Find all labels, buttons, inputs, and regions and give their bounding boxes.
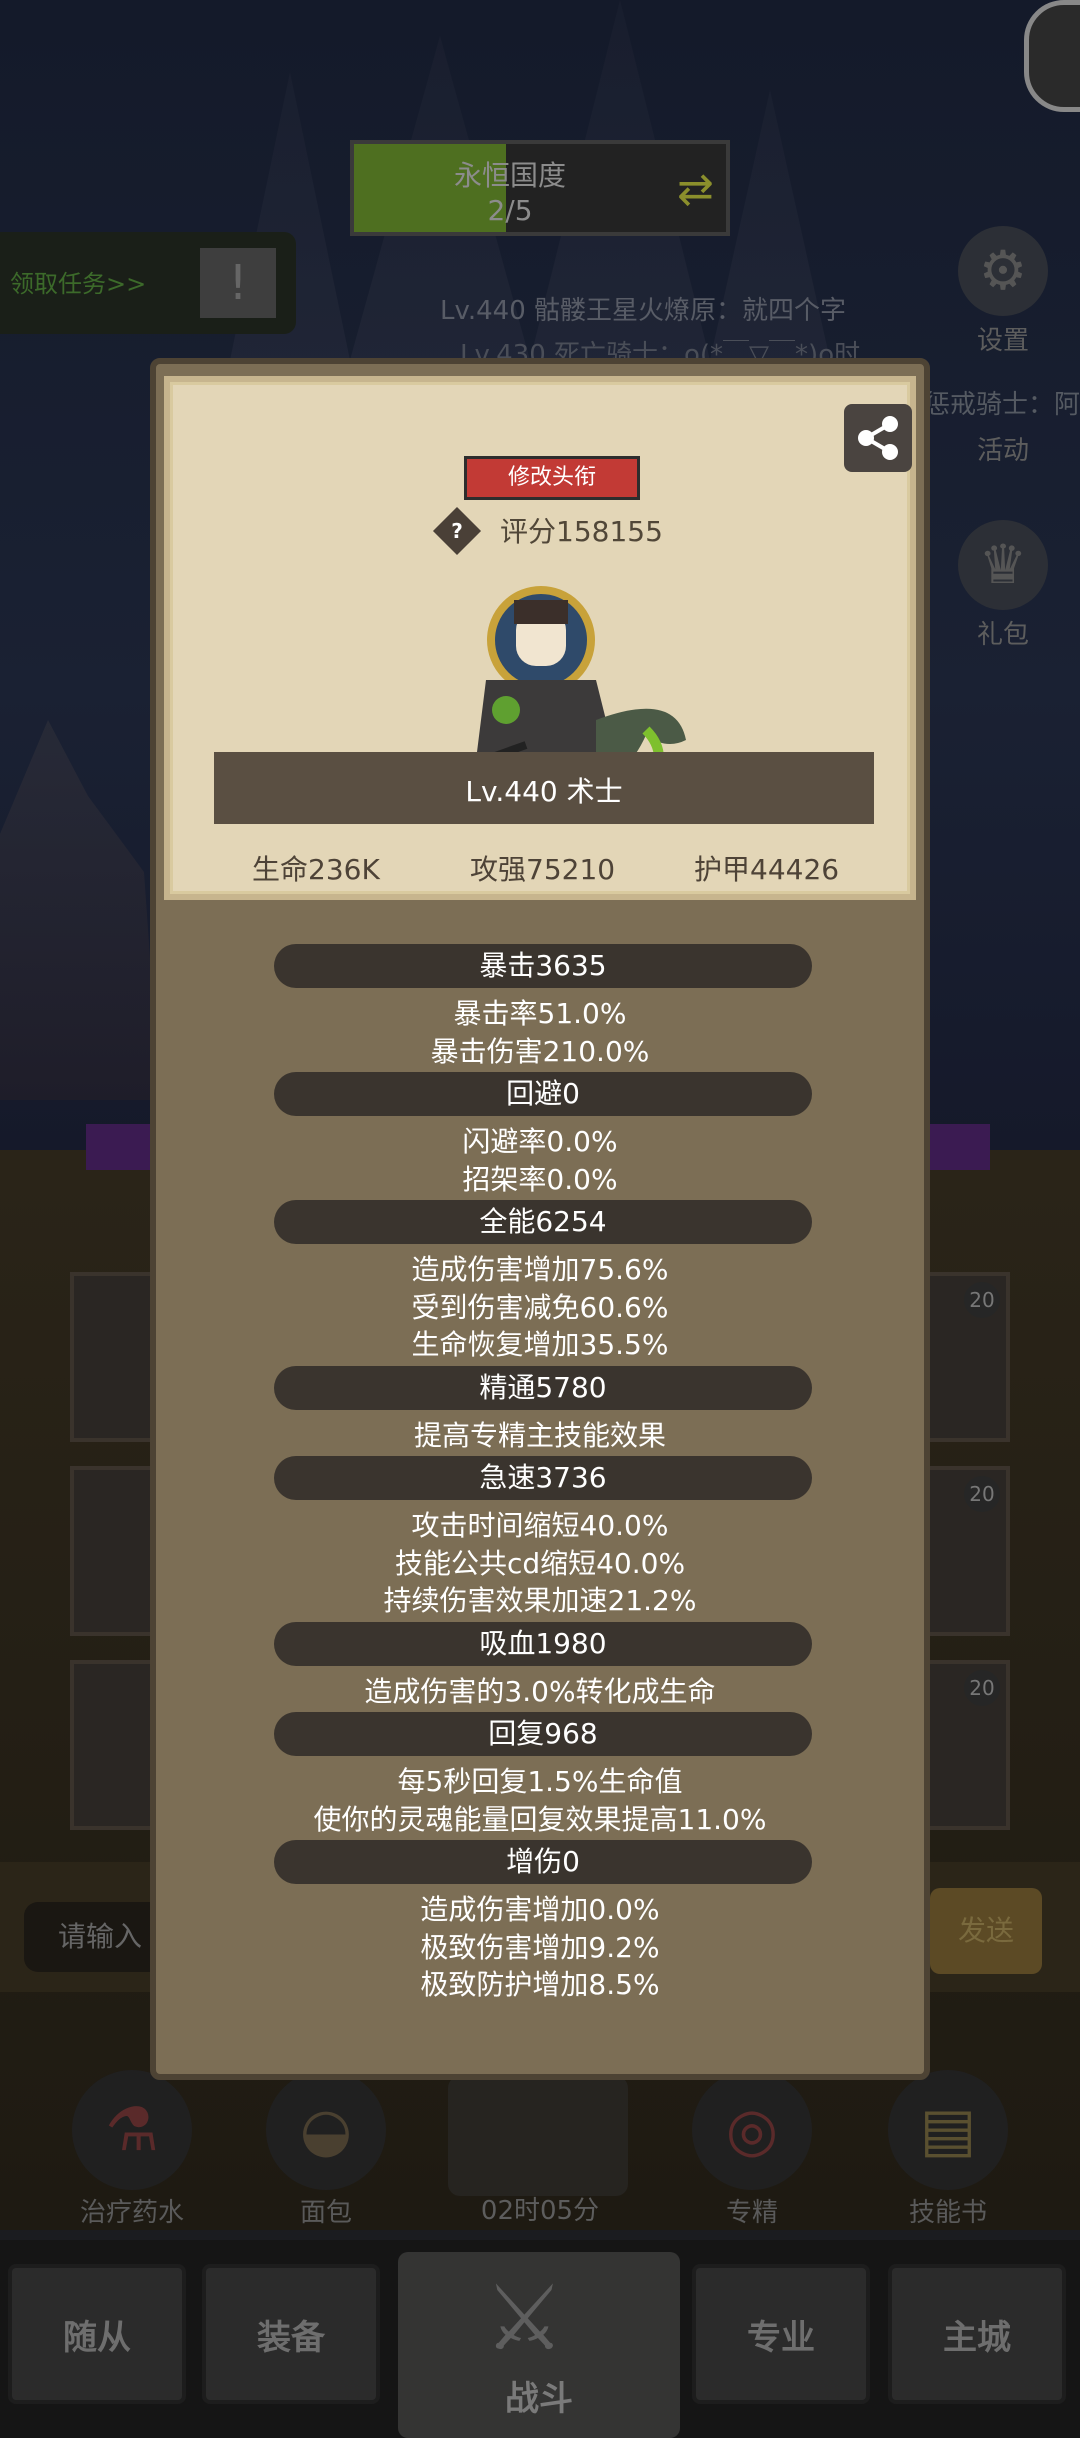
slot-level-badge: 20: [964, 1282, 1000, 1318]
section-detail-line: 持续伤害效果加速21.2%: [383, 1584, 697, 1617]
character-card: 修改头衔 ? 评分158155 Lv.440 术士 生命236K 攻强75210…: [164, 376, 916, 900]
gift-icon: ♛: [958, 520, 1048, 610]
section-header: 全能6254: [274, 1200, 812, 1244]
section-detail-line: 闪避率0.0%: [462, 1125, 618, 1158]
healing-potion-button[interactable]: ⚗ 治疗药水: [52, 2070, 212, 2229]
section-detail-line: 每5秒回复1.5%生命值: [397, 1765, 683, 1798]
slot-level-badge: 20: [964, 1670, 1000, 1706]
exclamation-icon: !: [200, 248, 276, 318]
section-header: 回避0: [274, 1072, 812, 1116]
events-label: 活动: [976, 436, 1029, 466]
mastery-label: 专精: [725, 2198, 778, 2228]
claim-quest-label: 领取任务>>: [10, 270, 147, 298]
events-button[interactable]: 活动: [948, 430, 1058, 467]
tab-main-city[interactable]: 主城: [888, 2264, 1066, 2404]
hp-bar-left: [86, 1124, 156, 1170]
treasure-chest-icon[interactable]: [448, 2076, 628, 2196]
profile-logo-icon[interactable]: [1024, 0, 1080, 112]
equipment-slot[interactable]: 20: [920, 1466, 1010, 1636]
score-label: 评分158155: [500, 515, 663, 548]
name-bar: Lv.440 术士: [214, 752, 874, 824]
equipment-slot[interactable]: [70, 1660, 160, 1830]
section-detail-line: 使你的灵魂能量回复效果提高11.0%: [313, 1802, 767, 1836]
tab-profession[interactable]: 专业: [692, 2264, 870, 2404]
gift-pack-button[interactable]: ♛ 礼包: [948, 520, 1058, 651]
section-detail-line: 受到伤害减免60.6%: [411, 1290, 669, 1324]
share-button[interactable]: [844, 404, 912, 472]
help-question-mark: ?: [451, 519, 463, 543]
section-detail-line: 暴击率51.0%: [453, 997, 627, 1030]
tab-battle[interactable]: ⚔ 战斗: [398, 2252, 680, 2438]
section-detail-line: 极致伤害增加9.2%: [420, 1930, 660, 1964]
side-broadcast: 惩戒骑士：阿: [924, 390, 1080, 420]
settings-label: 设置: [976, 326, 1029, 356]
section-detail-line: 技能公共cd缩短40.0%: [394, 1546, 686, 1580]
equipment-slot[interactable]: [70, 1466, 160, 1636]
section-detail-line: 攻击时间缩短40.0%: [411, 1509, 669, 1542]
section-header: 增伤0: [274, 1840, 812, 1884]
character-stats-modal: 修改头衔 ? 评分158155 Lv.440 术士 生命236K 攻强75210…: [150, 358, 930, 2080]
tab-equipment[interactable]: 装备: [202, 2264, 380, 2404]
healing-potion-label: 治疗药水: [79, 2198, 184, 2228]
equipment-slot[interactable]: [70, 1272, 160, 1442]
gear-icon: ⚙: [958, 226, 1048, 316]
target-icon: ◎: [692, 2070, 812, 2190]
bread-icon: ◒: [266, 2070, 386, 2190]
equipment-slot[interactable]: 20: [920, 1660, 1010, 1830]
section-detail-line: 生命恢复增加35.5%: [411, 1328, 669, 1361]
skill-book-label: 技能书: [908, 2198, 987, 2228]
section-header: 精通5780: [274, 1365, 812, 1410]
tab-followers[interactable]: 随从: [8, 2264, 186, 2404]
book-icon: ▤: [888, 2070, 1008, 2190]
crossed-swords-icon: ⚔: [484, 2266, 565, 2371]
hp-bar-right: [928, 1124, 990, 1170]
stat-hp: 生命236K: [252, 853, 380, 886]
stat-attack-power: 攻强75210: [470, 853, 616, 886]
section-header: 吸血1980: [274, 1621, 812, 1666]
refresh-icon[interactable]: ⇄: [677, 164, 714, 215]
mastery-button[interactable]: ◎ 专精: [672, 2070, 832, 2229]
potion-icon: ⚗: [72, 2070, 192, 2190]
equipment-slot[interactable]: 20: [920, 1272, 1010, 1442]
edit-title-button[interactable]: 修改头衔: [464, 456, 640, 500]
section-detail-line: 暴击伤害210.0%: [430, 1034, 650, 1068]
slot-level-badge: 20: [964, 1476, 1000, 1512]
zone-title: 永恒国度: [453, 159, 566, 192]
section-detail-line: 造成伤害增加0.0%: [420, 1893, 660, 1926]
claim-quest-button[interactable]: 领取任务>> !: [0, 232, 296, 334]
zone-count: 2/5: [487, 194, 533, 227]
tab-battle-label: 战斗: [505, 2379, 573, 2419]
section-header: 暴击3635: [274, 944, 812, 988]
gift-pack-label: 礼包: [976, 620, 1029, 650]
section-detail-line: 招架率0.0%: [462, 1162, 618, 1196]
share-icon: [858, 416, 898, 460]
section-detail-line: 造成伤害的3.0%转化成生命: [364, 1674, 716, 1708]
bread-button[interactable]: ◒ 面包: [246, 2070, 406, 2229]
broadcast-message-1: Lv.440 骷髅王星火燎原：就四个字: [440, 296, 847, 326]
settings-button[interactable]: ⚙ 设置: [948, 226, 1058, 357]
zone-progress[interactable]: 永恒国度 2/5 ⇄: [350, 140, 730, 236]
section-detail-line: 极致防护增加8.5%: [420, 1968, 660, 2001]
stat-armor: 护甲44426: [694, 853, 840, 886]
section-detail-line: 造成伤害增加75.6%: [411, 1253, 669, 1286]
section-detail-line: 提高专精主技能效果: [413, 1418, 666, 1452]
bread-label: 面包: [299, 2198, 352, 2228]
send-button[interactable]: 发送: [930, 1888, 1042, 1974]
chest-timer: 02时05分: [480, 2196, 600, 2226]
section-header: 回复968: [274, 1712, 812, 1756]
character-name: Lv.440 术士: [465, 775, 623, 808]
skill-book-button[interactable]: ▤ 技能书: [868, 2070, 1028, 2229]
section-header: 急速3736: [274, 1456, 812, 1500]
